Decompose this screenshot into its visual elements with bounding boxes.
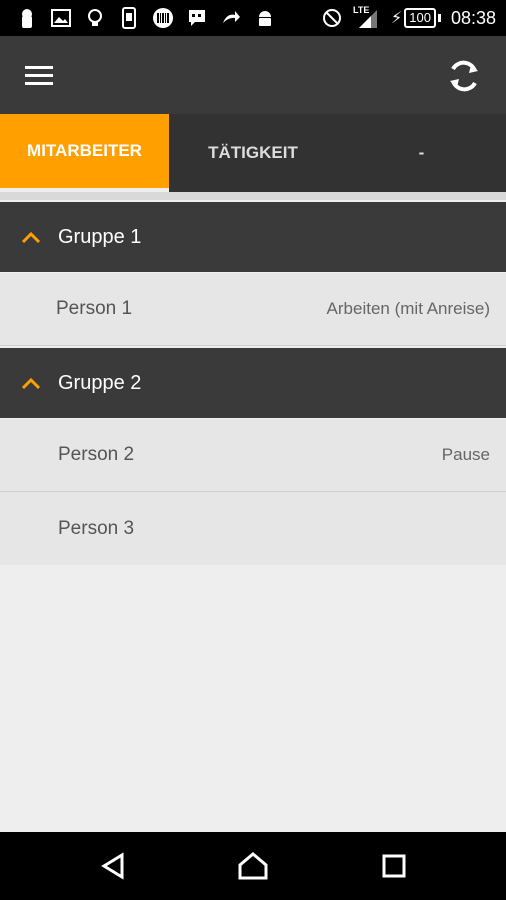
- group-label: Gruppe 1: [58, 225, 142, 248]
- notification-icons: [16, 6, 276, 30]
- person-name: Person 2: [58, 444, 135, 465]
- home-button[interactable]: [233, 846, 273, 886]
- sync-icon: [450, 60, 478, 92]
- recents-button[interactable]: [374, 846, 414, 886]
- barcode-icon: [152, 7, 174, 29]
- tab-empty[interactable]: -: [337, 114, 506, 192]
- group-header-2[interactable]: Gruppe 2: [0, 348, 506, 418]
- keyhole-icon: [16, 7, 38, 29]
- tab-bar: MITARBEITER TÄTIGKEIT -: [0, 114, 506, 192]
- sync-button[interactable]: [442, 54, 486, 98]
- chevron-up-icon: [0, 202, 58, 272]
- group-label: Gruppe 2: [58, 371, 142, 394]
- phone-icon: [118, 7, 140, 29]
- chat-icon: [186, 7, 208, 29]
- share-icon: [220, 7, 242, 29]
- lte-signal-icon: LTE: [353, 5, 381, 29]
- android-icon: [254, 7, 276, 29]
- group-header-1[interactable]: Gruppe 1: [0, 202, 506, 272]
- tab-taetigkeit[interactable]: TÄTIGKEIT: [169, 114, 337, 192]
- status-bar: LTE ⚡ 100 08:38: [0, 0, 506, 36]
- chevron-up-icon: [0, 348, 58, 418]
- bulb-icon: [84, 7, 106, 29]
- battery-indicator: ⚡ 100: [391, 8, 441, 28]
- home-icon: [238, 852, 268, 880]
- lte-label: LTE: [353, 5, 370, 15]
- back-icon: [101, 852, 124, 880]
- person-status: Arbeiten (mit Anreise): [326, 299, 490, 318]
- person-name: Person 3: [58, 517, 135, 539]
- list-item-person-3[interactable]: Person 3: [0, 492, 506, 565]
- app-bar: [0, 36, 506, 114]
- system-nav-bar: [0, 832, 506, 900]
- clock: 08:38: [450, 7, 496, 28]
- battery-nub: [437, 14, 441, 22]
- battery-level: 100: [404, 8, 436, 28]
- tab-mitarbeiter[interactable]: MITARBEITER: [0, 114, 169, 192]
- recents-icon: [382, 854, 406, 878]
- list-item-person-1[interactable]: Person 1 Arbeiten (mit Anreise): [0, 273, 506, 346]
- person-status: Pause: [441, 445, 490, 464]
- list-item-person-2[interactable]: Person 2 Pause: [0, 419, 506, 492]
- menu-button[interactable]: [20, 58, 60, 94]
- system-status: LTE ⚡ 100 08:38: [321, 4, 496, 32]
- image-icon: [50, 7, 72, 29]
- tab-divider: [0, 192, 506, 200]
- back-button[interactable]: [94, 846, 134, 886]
- menu-icon: [25, 66, 53, 85]
- charging-icon: ⚡: [391, 10, 403, 27]
- person-name: Person 1: [56, 298, 133, 319]
- do-not-disturb-icon: [321, 7, 343, 29]
